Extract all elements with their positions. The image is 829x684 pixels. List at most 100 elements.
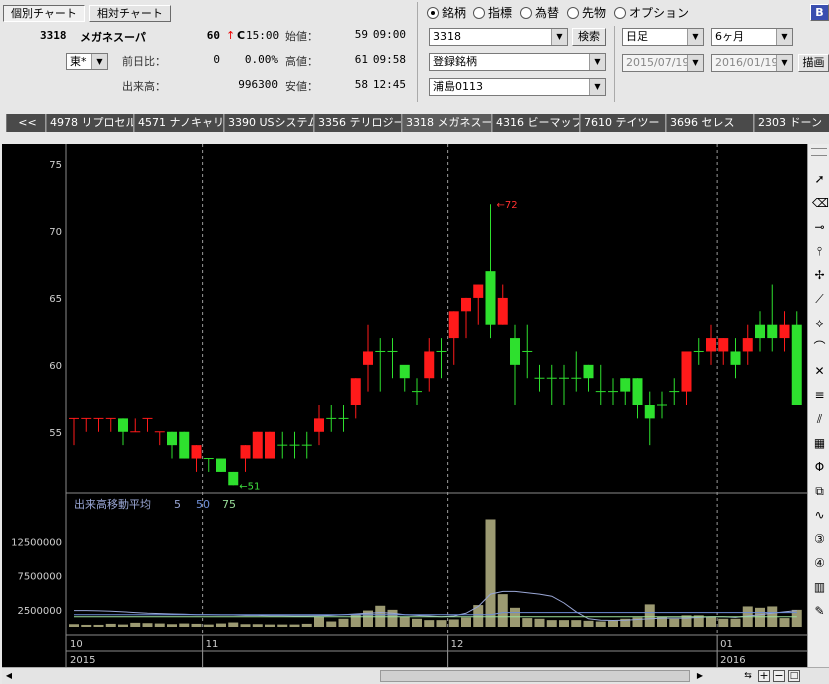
zoom-out-icon[interactable]: − (773, 670, 785, 682)
speed-line-icon[interactable]: ≡ (812, 388, 827, 403)
pen-icon[interactable]: ✎ (812, 604, 827, 619)
arc-icon[interactable]: ⌒ (812, 340, 827, 355)
exchange-select[interactable]: 東* ▼ (66, 53, 108, 70)
chevron-down-icon: ▼ (687, 29, 703, 45)
stock-tab[interactable]: 7610 テイツー (580, 114, 666, 132)
stock-tab[interactable]: 2303 ドーン (754, 114, 829, 132)
price-time: 15:00 (246, 29, 280, 42)
date-from-select[interactable]: 2015/07/19 ▼ (622, 54, 704, 72)
volume-bar (154, 623, 165, 627)
toolbar-grip[interactable] (811, 148, 827, 156)
annotations-group: ←51 ←72 (239, 200, 517, 492)
zoom-in-icon[interactable]: + (758, 670, 770, 682)
radio-index[interactable]: 指標 (473, 4, 512, 21)
cursor-icon[interactable]: ➚ (812, 172, 827, 187)
volume-bar (338, 618, 349, 627)
vertical-line-icon[interactable]: ⫯ (812, 244, 827, 259)
volume-bar (191, 623, 202, 627)
volume-bar (669, 618, 680, 627)
search-button[interactable]: 検索 (572, 28, 606, 46)
numbering-icon[interactable]: ③ (812, 532, 827, 547)
date-to-select[interactable]: 2016/01/19 ▼ (711, 54, 793, 72)
scroll-right-arrow-icon[interactable]: ▶ (694, 670, 706, 682)
stock-tab[interactable]: 3356 テリロジー (314, 114, 402, 132)
high-value: 61 (354, 53, 368, 66)
channel-icon[interactable]: ⧉ (812, 484, 827, 499)
tab-scroll-left[interactable]: << (6, 114, 46, 132)
volume-bar (179, 623, 190, 627)
trend-line-icon[interactable]: ⟋ (812, 292, 827, 307)
category-value: 登録銘柄 (433, 55, 477, 68)
cross-line-icon[interactable]: ✢ (812, 268, 827, 283)
chevron-down-icon: ▼ (91, 54, 107, 69)
grid-line-icon[interactable]: ▦ (812, 436, 827, 451)
fibonacci-icon[interactable]: Φ (812, 460, 827, 475)
candle-body (485, 271, 496, 325)
stock-tab[interactable]: 3318 メガネスーパ (402, 114, 492, 132)
legend-period-50: 50 (196, 498, 210, 511)
range-select[interactable]: 6ヶ月 ▼ (711, 28, 793, 46)
fan-angle-icon[interactable]: ✕ (812, 364, 827, 379)
volume-bar (130, 622, 141, 627)
volume-bar (571, 620, 582, 627)
corner-button[interactable]: B (810, 4, 829, 21)
candle-body (228, 471, 239, 486)
radio-label: 指標 (488, 6, 513, 20)
tab-single-chart[interactable]: 個別チャート (3, 5, 85, 22)
chevron-down-icon: ▼ (551, 29, 567, 45)
stock-tab[interactable]: 4316 ビーマップ (492, 114, 580, 132)
horizontal-scrollbar[interactable]: ◀ ▶ ⇆ + − □ (2, 667, 829, 684)
stock-code-input[interactable]: 3318 ▼ (429, 28, 568, 46)
radio-futures[interactable]: 先物 (567, 4, 606, 21)
volume-bar (228, 622, 239, 627)
candle-body (448, 311, 459, 339)
scroll-left-arrow-icon[interactable]: ◀ (3, 670, 15, 682)
year-label: 2015 (70, 655, 95, 666)
count-icon[interactable]: ④ (812, 556, 827, 571)
radio-fx[interactable]: 為替 (520, 4, 559, 21)
wave-icon[interactable]: ∿ (812, 508, 827, 523)
volume-bar (718, 618, 729, 627)
chart-svg: 55 60 65 70 75 ←51 ←72 2500000 7500000 12500000… (11, 144, 807, 667)
eraser-icon[interactable]: ⌫ (812, 196, 829, 211)
price-tick-label: 55 (49, 428, 62, 439)
stock-tab[interactable]: 3390 USシステム (224, 114, 314, 132)
volume-label: 出来高： (122, 80, 166, 93)
candle-body (179, 431, 190, 459)
candle-body (461, 297, 471, 312)
month-label: 01 (720, 639, 733, 650)
volume-bar (534, 618, 545, 627)
list-select[interactable]: 浦島0113 ▼ (429, 78, 606, 96)
high-time: 09:58 (372, 53, 406, 66)
zoom-reset-icon[interactable]: □ (788, 670, 800, 682)
period-select[interactable]: 日足 ▼ (622, 28, 704, 46)
bars-icon[interactable]: ▥ (812, 580, 827, 595)
radio-stock[interactable]: 銘柄 (427, 4, 466, 21)
volume-bar (167, 624, 177, 627)
draw-button[interactable]: 描画 (798, 54, 829, 72)
radio-options[interactable]: オプション (614, 4, 689, 21)
stock-code: 3318 (40, 29, 67, 42)
category-select[interactable]: 登録銘柄 ▼ (429, 53, 606, 71)
price-axis: 55 60 65 70 75 (49, 160, 62, 439)
header-divider (417, 2, 418, 102)
stock-tab[interactable]: 3696 セレス (666, 114, 754, 132)
radio-label: 為替 (535, 6, 560, 20)
volume-bar (265, 624, 275, 627)
volume-bar (240, 624, 251, 627)
stock-tab[interactable]: 4571 ナノキャリア (134, 114, 224, 132)
stock-tab[interactable]: 4978 リプロセル (46, 114, 134, 132)
candle-body (583, 364, 594, 379)
tab-relative-chart[interactable]: 相対チャート (89, 5, 171, 22)
candle-body (718, 338, 729, 352)
scroll-mode-icon[interactable]: ⇆ (742, 670, 754, 682)
price-annotation: ←72 (497, 200, 518, 211)
volume-axis: 2500000 7500000 12500000 (11, 537, 62, 616)
fan-line-icon[interactable]: ⟡ (812, 316, 827, 331)
scroll-thumb[interactable] (380, 670, 690, 682)
candle-body (779, 324, 790, 339)
month-label: 12 (451, 639, 464, 650)
volume-bar (522, 618, 533, 627)
parallel-line-icon[interactable]: ⫽ (812, 412, 827, 427)
line-tool-icon[interactable]: ⊸ (812, 220, 827, 235)
